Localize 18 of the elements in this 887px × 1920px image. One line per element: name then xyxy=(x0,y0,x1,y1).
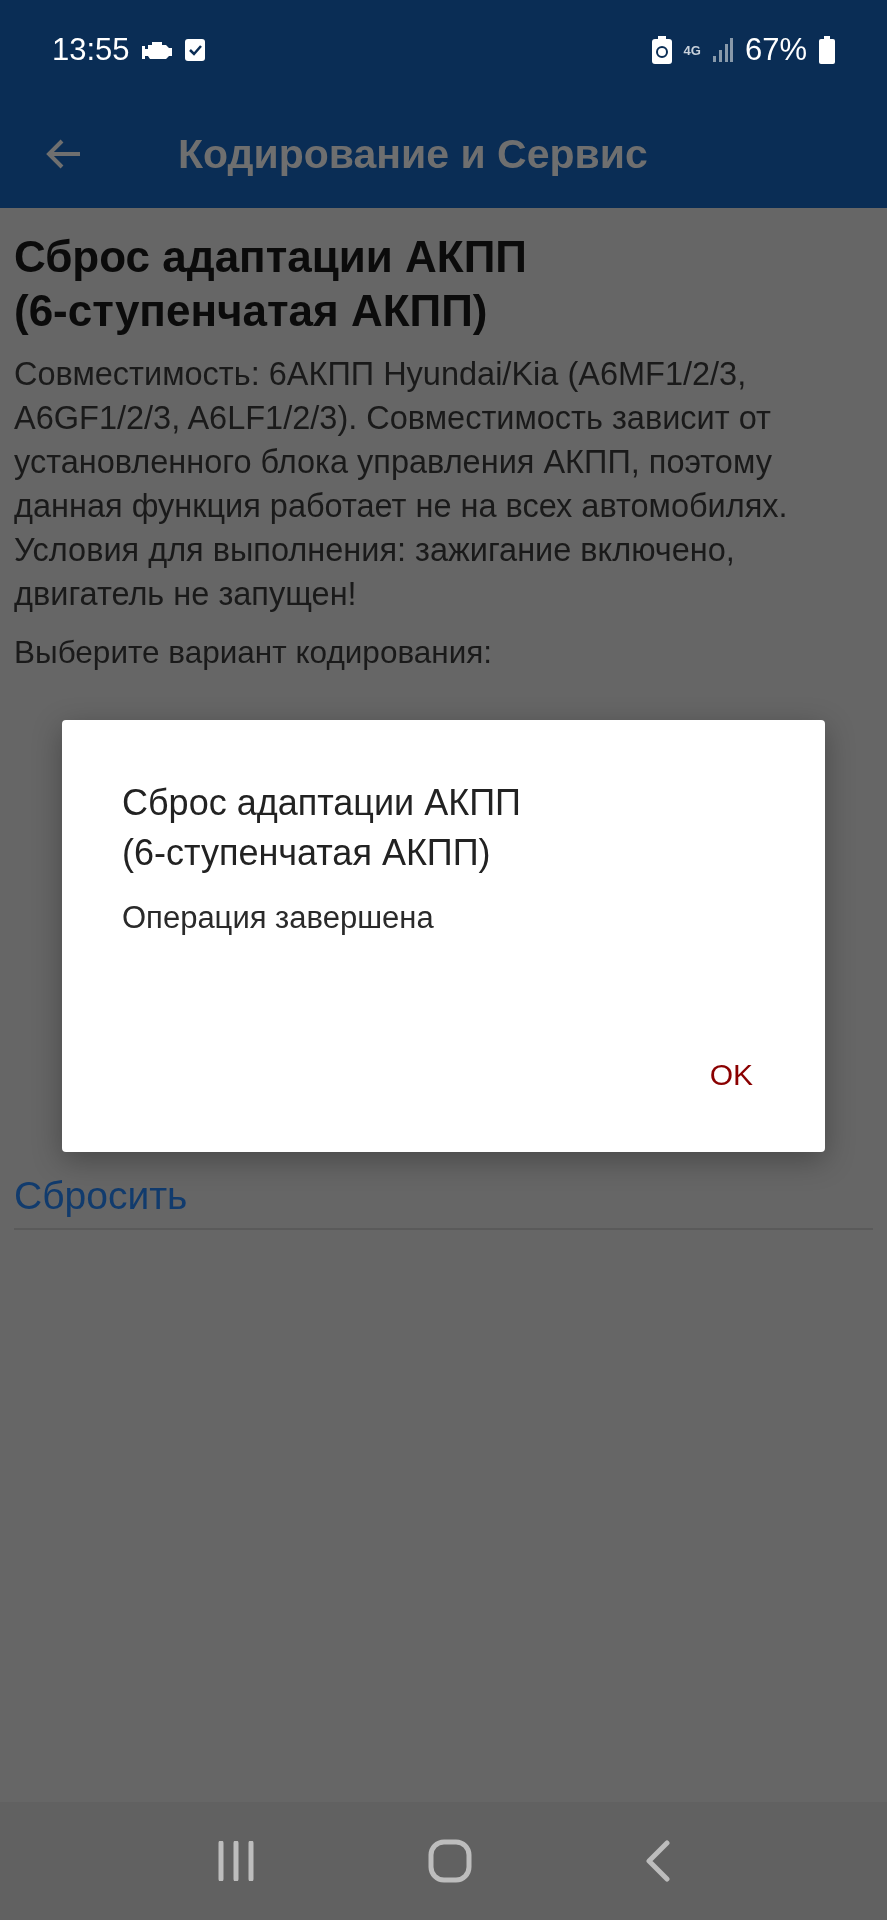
app-title: Кодирование и Сервис xyxy=(178,130,648,178)
battery-saver-icon xyxy=(651,36,672,64)
network-type-label: 4G xyxy=(683,43,701,57)
description: Совместимость: 6АКПП Hyundai/Kia (A6MF1/2/3, A6GF1/2/3, A6LF1/2/3). Совместимость зависит от установленного блока управления АКПП, поэтому данная функция работает не на всех автомобилях. Условия для выполнения: зажигание включено, двигатель не запущен! xyxy=(14,355,789,614)
engine-icon xyxy=(139,40,174,60)
home-icon[interactable] xyxy=(428,1839,473,1883)
battery-icon xyxy=(819,36,835,64)
page-title: Сброс адаптации АКПП (6-ступенчатая АКПП) xyxy=(14,231,528,337)
signal-icon xyxy=(712,38,733,62)
clock: 13:55 xyxy=(52,32,130,68)
battery-percent: 67% xyxy=(744,32,807,68)
prompt-text: Выберите вариант кодирования: xyxy=(14,633,494,672)
dialog-message: Операция завершена xyxy=(122,900,435,936)
recent-apps-icon[interactable] xyxy=(216,1841,257,1881)
back-icon[interactable] xyxy=(644,1840,671,1882)
checkbox-icon xyxy=(183,38,206,62)
dialog-title: Сброс адаптации АКПП (6-ступенчатая АКПП) xyxy=(122,781,522,875)
ok-button[interactable]: OK xyxy=(697,1052,765,1098)
